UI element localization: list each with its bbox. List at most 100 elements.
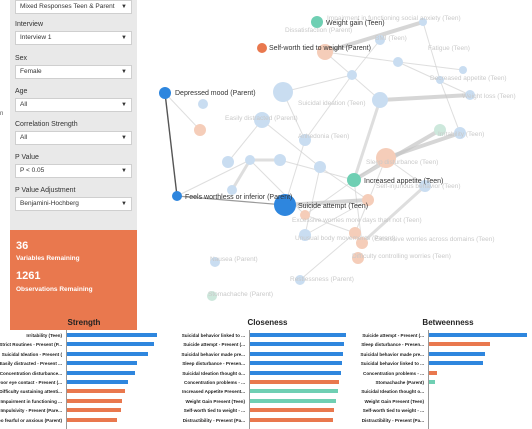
network-node[interactable]	[159, 87, 171, 99]
chart-row-label: Distractibility - Present (Pa...	[182, 417, 245, 423]
interview-label: Interview	[15, 21, 44, 28]
network-node-label-faded: Anhedonia (Teen)	[298, 133, 349, 140]
age-select[interactable]: All ▼	[15, 98, 132, 112]
sex-label: Sex	[15, 55, 28, 62]
network-node-faded[interactable]	[194, 124, 206, 136]
network-node-label-faded: Difficulty controlling worries (Teen)	[352, 253, 451, 260]
correlation-strength-select[interactable]: All ▼	[15, 131, 132, 145]
network-node-faded[interactable]	[274, 154, 286, 166]
chart-bar	[429, 333, 527, 337]
chart-bar	[250, 380, 340, 384]
chart-row: Suicidal Ideation thought o...	[182, 370, 345, 377]
chart-row: Too fearful or anxious (Parent)	[0, 417, 156, 424]
network-node-label-faded: Stomachache (Parent)	[208, 291, 273, 298]
interview-select[interactable]: Interview 1 ▼	[15, 31, 132, 45]
chart-row: Concentration disturbance...	[0, 370, 156, 377]
chart-bar	[250, 417, 333, 422]
interview-select-value: Interview 1	[20, 34, 52, 41]
chart-row-label: Sleep disturbance - Presen...	[182, 361, 245, 367]
network-node-label-faded: Suicidal ideation (Teen)	[298, 100, 366, 107]
network-node-label-faded: Restlessness (Parent)	[290, 276, 354, 283]
chart-row-label: Self-worth tied to weight - ...	[362, 408, 424, 414]
network-node-label-faded: BMI (Teen)	[375, 35, 407, 42]
observations-remaining-count: 1261	[16, 270, 41, 282]
chart-row: Self-worth tied to weight - ...	[363, 407, 526, 414]
network-node-faded[interactable]	[314, 161, 326, 173]
chevron-down-icon: ▼	[121, 35, 127, 41]
variables-remaining-label: Variables Remaining	[16, 255, 80, 262]
chart-row: Self-worth tied to weight - ...	[184, 407, 345, 414]
network-node[interactable]	[347, 173, 361, 187]
chart-bar	[429, 361, 483, 366]
p-value-adjustment-select[interactable]: Benjamini-Hochberg ▼	[15, 197, 132, 211]
network-edge	[319, 166, 369, 201]
chart-row: Irritability (Teen)	[4, 332, 157, 339]
closeness-chart: Closeness Suicidal behavior linked to ..…	[181, 318, 350, 429]
chart-row-label: Weight Gain Present (Teen)	[185, 398, 245, 404]
chart-row-label: Distractibility - Present (Pa...	[361, 417, 424, 423]
network-edge	[324, 51, 399, 63]
chart-row-label: Weight Gain Present (Teen)	[364, 398, 424, 404]
chart-bar	[250, 351, 344, 356]
chart-row: Weight Gain Present (Teen)	[364, 398, 526, 405]
chevron-down-icon: ▼	[121, 168, 127, 174]
chart-row: Impairment in functioning ...	[0, 398, 156, 405]
chart-row-label: Concentration problems - ...	[363, 370, 424, 376]
network-graph[interactable]: Impairment in functioning social anxiety…	[140, 0, 532, 310]
network-node-faded[interactable]	[222, 156, 234, 168]
correlation-strength-select-value: All	[20, 134, 28, 141]
chart-bar	[250, 398, 337, 403]
chart-row: Strict Routines - Present (P...	[0, 341, 156, 348]
network-node-label-faded: Nausea (Parent)	[210, 256, 258, 263]
dataset-select[interactable]: Mixed Responses Teen & Parent ▼	[15, 0, 132, 14]
strength-chart: Strength Irritability (Teen) Strict Routi…	[0, 318, 164, 429]
network-node-faded[interactable]	[459, 66, 467, 74]
network-node-label-faded: Decreased appetite (Teen)	[430, 75, 507, 82]
chart-row: Suicide attempt - Present (...	[362, 332, 527, 339]
chart-row-label: Irritability (Teen)	[26, 333, 62, 338]
chart-row-label: Impairment in functioning ...	[0, 398, 62, 404]
closeness-chart-title: Closeness	[247, 318, 288, 327]
chart-row-label: Suicidal Ideation - Present (	[1, 351, 62, 357]
chart-row: Sleep disturbance - Presen...	[182, 360, 345, 367]
chart-bar	[67, 361, 138, 366]
dataset-select-value: Mixed Responses Teen & Parent	[20, 3, 115, 10]
network-node-label-faded: Irritability (Teen)	[438, 131, 484, 138]
network-node-label-faded: Unusual body movements (Parent)	[295, 235, 395, 242]
network-edge	[164, 92, 201, 131]
chart-bar	[67, 398, 122, 403]
age-label: Age	[15, 88, 28, 95]
sex-select[interactable]: Female ▼	[15, 65, 132, 79]
network-node-faded[interactable]	[347, 70, 357, 80]
chart-row-label: Suicidal behavior linked to ...	[181, 333, 245, 338]
network-node-faded[interactable]	[198, 99, 208, 109]
chart-row: Distractibility - Present (Pa...	[362, 417, 526, 424]
network-node-faded[interactable]	[372, 92, 388, 108]
chart-row: Weight Gain Present (Teen)	[185, 398, 345, 405]
chart-row: Difficulty sustaining attenti...	[0, 388, 156, 395]
chart-bar	[67, 408, 121, 413]
network-node-faded[interactable]	[393, 57, 403, 67]
network-node-label: Increased appetite (Teen)	[364, 178, 443, 185]
chart-row: Suicide attempt - Present (...	[183, 341, 345, 348]
p-value-adjustment-label: P Value Adjustment	[15, 187, 76, 194]
chart-row: Impulsivity - Present (Pare...	[0, 407, 156, 414]
network-edge	[304, 166, 321, 236]
p-value-select[interactable]: P < 0.05 ▼	[15, 164, 132, 178]
network-node-label-faded: Easily distracted (Parent)	[225, 115, 298, 122]
strength-chart-title: Strength	[67, 318, 101, 327]
chart-bar	[429, 370, 437, 375]
network-node[interactable]	[257, 43, 267, 53]
chart-bar	[67, 370, 135, 375]
network-node-label-faded: Dissatisfaction (Parent)	[285, 27, 352, 34]
network-node-faded[interactable]	[273, 82, 293, 102]
chart-bar	[250, 389, 339, 394]
clipped-edge-text: n	[0, 111, 4, 117]
network-node[interactable]	[172, 191, 182, 201]
network-node-label: Weight gain (Teen)	[326, 20, 385, 27]
chart-bar	[429, 380, 435, 384]
chart-row: Distractibility - Present (Pa...	[182, 417, 345, 424]
network-node-label: Suicide attempt (Teen)	[298, 203, 368, 210]
network-node-faded[interactable]	[245, 155, 255, 165]
chart-row: Poor eye contact - Present (...	[0, 379, 156, 386]
